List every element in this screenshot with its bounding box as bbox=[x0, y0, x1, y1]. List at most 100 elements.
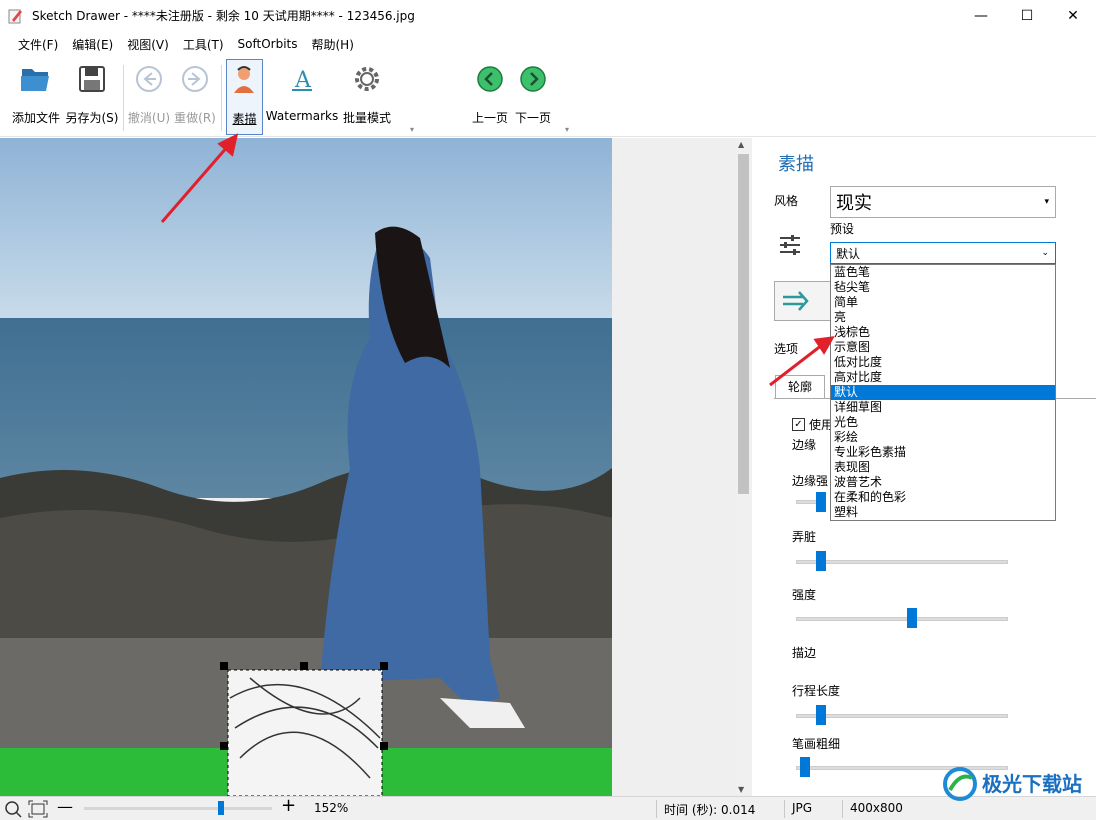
style-select-value: 现实 bbox=[836, 193, 872, 214]
preset-option[interactable]: 毡尖笔 bbox=[831, 280, 1055, 295]
redo-button[interactable]: 重做(R) bbox=[174, 59, 216, 131]
close-button[interactable]: ✕ bbox=[1050, 0, 1096, 31]
preset-select[interactable]: 默认 ⌄ bbox=[830, 242, 1056, 264]
smudge-track[interactable] bbox=[796, 560, 1008, 564]
window-title: Sketch Drawer - ****未注册版 - 剩余 10 天试用期***… bbox=[32, 9, 415, 23]
scroll-up-icon[interactable]: ▲ bbox=[738, 140, 744, 149]
batch-mode-button[interactable]: 批量模式 bbox=[340, 59, 394, 131]
menu-bar: 文件(F) 编辑(E) 视图(V) 工具(T) SoftOrbits 帮助(H) bbox=[0, 31, 1096, 57]
minimize-button[interactable]: — bbox=[958, 0, 1004, 31]
preset-option[interactable]: 详细草图 bbox=[831, 400, 1055, 415]
gear-icon bbox=[355, 67, 379, 91]
watermarks-label: Watermarks bbox=[265, 109, 339, 123]
preset-option[interactable]: 表现图 bbox=[831, 460, 1055, 475]
checkbox-checked-icon: ✓ bbox=[792, 418, 805, 431]
preset-option[interactable]: 彩绘 bbox=[831, 430, 1055, 445]
menu-softorbits[interactable]: SoftOrbits bbox=[238, 37, 298, 51]
zoom-slider-thumb[interactable] bbox=[218, 801, 224, 815]
preset-option[interactable]: 默认 bbox=[831, 385, 1055, 400]
menu-file[interactable]: 文件(F) bbox=[18, 36, 58, 53]
add-file-button[interactable]: 添加文件 bbox=[10, 59, 62, 131]
edge-strength-label: 边缘强 bbox=[792, 474, 829, 488]
watermarks-button[interactable]: A Watermarks bbox=[266, 59, 338, 131]
watermark-text: 极光下载站 bbox=[982, 772, 1082, 796]
arrow-right-circle-icon bbox=[182, 66, 208, 92]
folder-open-icon bbox=[21, 69, 49, 91]
watermark-logo-icon bbox=[943, 767, 977, 801]
zoom-magnifier-icon[interactable] bbox=[4, 800, 22, 818]
preset-select-value: 默认 bbox=[836, 246, 861, 261]
intensity-track[interactable] bbox=[796, 617, 1008, 621]
image-canvas[interactable] bbox=[0, 138, 735, 796]
preset-option[interactable]: 浅棕色 bbox=[831, 325, 1055, 340]
preset-option[interactable]: 简单 bbox=[831, 295, 1055, 310]
canvas-vertical-scrollbar[interactable]: ▲ ▼ bbox=[735, 138, 752, 796]
style-select[interactable]: 现实 ▾ bbox=[830, 186, 1056, 218]
maximize-button[interactable]: ☐ bbox=[1004, 0, 1050, 31]
prev-page-label: 上一页 bbox=[471, 111, 508, 125]
title-bar: Sketch Drawer - ****未注册版 - 剩余 10 天试用期***… bbox=[0, 0, 1096, 31]
edges-label: 边缘 bbox=[792, 438, 817, 452]
arrow-left-circle-icon bbox=[136, 66, 162, 92]
preset-option[interactable]: 光色 bbox=[831, 415, 1055, 430]
zoom-in-icon[interactable]: + bbox=[281, 795, 296, 816]
stroke-label: 描边 bbox=[792, 646, 817, 660]
next-page-button[interactable]: 下一页 bbox=[513, 59, 553, 131]
zoom-out-icon[interactable]: — bbox=[57, 797, 73, 816]
zoom-slider-track[interactable] bbox=[84, 807, 272, 810]
menu-edit[interactable]: 编辑(E) bbox=[72, 36, 113, 53]
options-label: 选项 bbox=[774, 342, 799, 356]
sketch-label: 素描 bbox=[232, 112, 257, 126]
preset-option[interactable]: 波普艺术 bbox=[831, 475, 1055, 490]
photo-preview bbox=[0, 138, 612, 796]
dropdown-arrow-icon: ▾ bbox=[1044, 197, 1049, 207]
sliders-icon bbox=[780, 235, 800, 255]
style-label: 风格 bbox=[774, 194, 799, 208]
chevron-down-icon: ⌄ bbox=[1041, 248, 1049, 258]
stroke-width-thumb[interactable] bbox=[800, 757, 811, 777]
smudge-thumb[interactable] bbox=[816, 551, 827, 571]
preset-option[interactable]: 在柔和的色彩 bbox=[831, 490, 1055, 505]
stroke-length-label: 行程长度 bbox=[792, 684, 841, 698]
scroll-down-icon[interactable]: ▼ bbox=[738, 785, 744, 794]
sketch-button[interactable]: 素描 bbox=[226, 59, 263, 135]
preset-option[interactable]: 示意图 bbox=[831, 340, 1055, 355]
preset-option[interactable]: 蓝色笔 bbox=[831, 265, 1055, 280]
use-checkbox[interactable]: ✓ 使用 bbox=[792, 416, 833, 433]
tab-outline[interactable]: 轮廓 bbox=[775, 375, 825, 399]
edge-strength-thumb[interactable] bbox=[816, 492, 826, 512]
image-format: JPG bbox=[792, 801, 813, 815]
site-watermark: 极光下载站 bbox=[936, 762, 1096, 820]
menu-help[interactable]: 帮助(H) bbox=[311, 36, 353, 53]
preset-option[interactable]: 塑料 bbox=[831, 505, 1055, 520]
preset-option[interactable]: 低对比度 bbox=[831, 355, 1055, 370]
image-dimensions: 400x800 bbox=[850, 801, 903, 815]
prev-circle-icon bbox=[477, 66, 503, 92]
undo-button[interactable]: 撤消(U) bbox=[128, 59, 170, 131]
redo-label: 重做(R) bbox=[174, 111, 216, 125]
intensity-label: 强度 bbox=[792, 588, 817, 602]
intensity-thumb[interactable] bbox=[907, 608, 918, 628]
batch-mode-label: 批量模式 bbox=[342, 111, 391, 125]
preset-label: 预设 bbox=[830, 222, 855, 236]
fit-to-window-icon[interactable] bbox=[28, 800, 48, 818]
preset-option[interactable]: 专业彩色素描 bbox=[831, 445, 1055, 460]
prev-page-button[interactable]: 上一页 bbox=[470, 59, 510, 131]
app-icon bbox=[8, 9, 22, 23]
next-page-label: 下一页 bbox=[514, 111, 551, 125]
preset-option[interactable]: 亮 bbox=[831, 310, 1055, 325]
save-as-button[interactable]: 另存为(S) bbox=[64, 59, 120, 131]
scrollbar-thumb[interactable] bbox=[738, 154, 749, 494]
smudge-label: 弄脏 bbox=[792, 530, 817, 544]
preset-option[interactable]: 高对比度 bbox=[831, 370, 1055, 385]
sketch-person-icon bbox=[233, 66, 254, 93]
menu-view[interactable]: 视图(V) bbox=[127, 36, 169, 53]
menu-tools[interactable]: 工具(T) bbox=[183, 36, 224, 53]
stroke-width-label: 笔画粗细 bbox=[792, 737, 841, 751]
save-icon bbox=[79, 66, 105, 92]
toolbar: 添加文件 另存为(S) 撤消(U) 重做(R) 素描 A Watermarks … bbox=[0, 57, 1096, 137]
stroke-length-track[interactable] bbox=[796, 714, 1008, 718]
next-circle-icon bbox=[520, 66, 546, 92]
stroke-length-thumb[interactable] bbox=[816, 705, 827, 725]
preset-dropdown-list[interactable]: 蓝色笔 毡尖笔 简单亮浅棕色 示意图 低对比度 高对比度 默认 详细草图 光色 彩绘 专业彩色素描表… bbox=[830, 264, 1056, 521]
